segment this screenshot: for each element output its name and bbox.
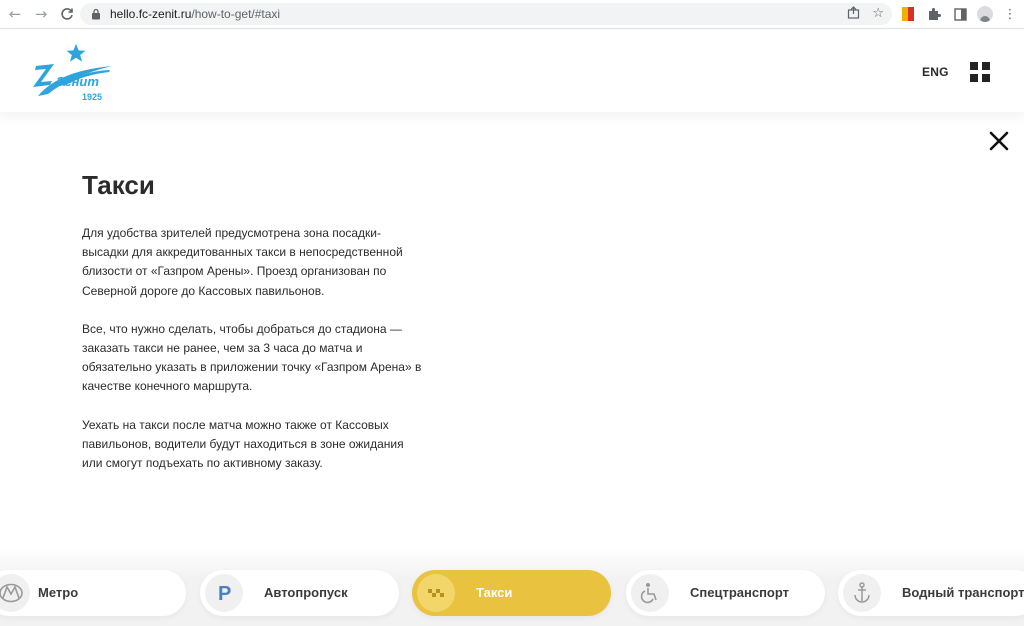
- tab-autopass-label: Автопропуск: [264, 585, 348, 600]
- url-text[interactable]: hello.fc-zenit.ru/how-to-get/#taxi: [110, 7, 280, 21]
- language-switch[interactable]: ENG: [922, 65, 949, 79]
- profile-avatar-icon[interactable]: [976, 5, 994, 23]
- page-title: Такси: [82, 170, 155, 200]
- tab-special-transport-label: Спецтранспорт: [690, 585, 790, 600]
- metro-icon: [0, 574, 30, 612]
- paragraph-1: Для удобства зрителей предусмотрена зона…: [82, 226, 403, 298]
- wheelchair-icon: [631, 574, 669, 612]
- tab-special-transport[interactable]: Спецтранспорт: [626, 570, 825, 616]
- share-icon[interactable]: [847, 6, 860, 24]
- star-icon[interactable]: ☆: [872, 6, 884, 24]
- logo-year: 1925: [82, 92, 102, 102]
- arrow-right-icon[interactable]: →: [30, 3, 52, 25]
- kebab-menu-icon[interactable]: ⋮: [1001, 5, 1019, 23]
- site-header: Зенит 1925 ENG: [0, 30, 1024, 112]
- reload-icon[interactable]: [56, 3, 78, 25]
- taxi-description: Для удобства зрителей предусмотрена зона…: [82, 224, 427, 492]
- zenit-logo[interactable]: Зенит 1925: [30, 44, 114, 102]
- url-path: /how-to-get/#taxi: [191, 7, 281, 21]
- logo-wordmark: Зенит: [56, 74, 99, 89]
- tab-taxi-label: Такси: [476, 585, 513, 600]
- anchor-icon: [843, 574, 881, 612]
- parking-icon: P: [205, 574, 243, 612]
- address-bar[interactable]: hello.fc-zenit.ru/how-to-get/#taxi ☆: [80, 3, 892, 25]
- tab-water-transport-label: Водный транспорт: [902, 585, 1024, 600]
- tab-metro-label: Метро: [38, 585, 79, 600]
- paragraph-2: Все, что нужно сделать, чтобы добраться …: [82, 321, 422, 394]
- svg-text:P: P: [218, 583, 231, 604]
- transport-tabs: Метро P Автопропуск Такси Спецтранспорт …: [0, 548, 1024, 626]
- url-host: hello.fc-zenit.ru: [110, 7, 192, 21]
- tab-metro[interactable]: Метро: [0, 570, 186, 616]
- tab-water-transport[interactable]: Водный транспорт: [838, 570, 1024, 616]
- tab-taxi[interactable]: Такси: [412, 570, 611, 616]
- grid-menu-icon[interactable]: [970, 62, 991, 82]
- tab-autopass[interactable]: P Автопропуск: [200, 570, 399, 616]
- browser-toolbar: ← → hello.fc-zenit.ru/how-to-get/#taxi ☆…: [0, 0, 1024, 29]
- taxi-checker-icon: [417, 574, 455, 612]
- paragraph-3: Уехать на такси после матча можно также …: [82, 417, 404, 471]
- lock-icon[interactable]: [90, 8, 102, 20]
- side-panel-icon[interactable]: [951, 5, 969, 23]
- close-icon[interactable]: [988, 130, 1010, 152]
- extensions-puzzle-icon[interactable]: [925, 5, 943, 23]
- extension-flag-icon[interactable]: [899, 5, 917, 23]
- arrow-left-icon[interactable]: ←: [4, 3, 26, 25]
